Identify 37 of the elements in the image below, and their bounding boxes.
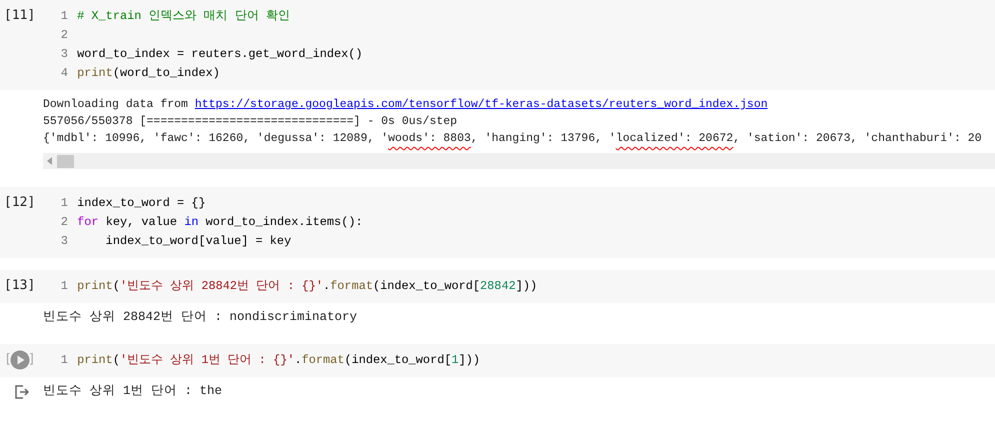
line-number: 4 bbox=[60, 66, 69, 80]
line-number: 2 bbox=[60, 214, 69, 228]
code-line: for key, value in word_to_index.items(): bbox=[76, 214, 363, 228]
code-cell[interactable]: [11] 1 # X_train 인덱스와 매치 단어 확인 2 3 word_to_index = reuters.get_word_index() 4 print(word_to_index) bbox=[0, 0, 995, 90]
line-number: 1 bbox=[60, 196, 69, 210]
horizontal-scrollbar[interactable] bbox=[43, 153, 995, 169]
url-link[interactable]: https://storage.googleapis.com/tensorflow/tf-keras-datasets/reuters_word_index.json bbox=[194, 98, 768, 111]
execution-count: [12] bbox=[4, 194, 36, 212]
code-line: index_to_word[value] = key bbox=[104, 234, 292, 248]
code-cell[interactable]: [13] 1 print('빈도수 상위 28842번 단어 : {}'.format(index_to_word[28842])) bbox=[0, 270, 995, 303]
output-icon bbox=[14, 384, 28, 398]
scroll-left-icon[interactable] bbox=[47, 157, 53, 165]
code-cell[interactable]: [12] 1 index_to_word = {} 2 for key, value in word_to_index.items(): 3 index_to_word[value] = key bbox=[0, 187, 995, 258]
output-line: Downloading data from https://storage.googleapis.com/tensorflow/tf-keras-datasets/reuters_word_index.json bbox=[43, 97, 769, 113]
code-line: print(word_to_index) bbox=[76, 66, 220, 80]
line-number: 2 bbox=[60, 28, 69, 42]
line-number: 1 bbox=[60, 352, 69, 366]
execution-bracket: ] bbox=[28, 351, 36, 369]
execution-bracket: [ bbox=[4, 351, 12, 369]
code-line: # X_train 인덱스와 매치 단어 확인 bbox=[76, 8, 290, 24]
output-line: 빈도수 상위 1번 단어 : the bbox=[43, 383, 224, 400]
code-cell[interactable]: [ ] 1 print('빈도수 상위 1번 단어 : {}'.format(index_to_word[1])) bbox=[0, 344, 995, 377]
play-icon[interactable] bbox=[10, 350, 30, 370]
line-number: 3 bbox=[60, 46, 69, 60]
line-number: 1 bbox=[60, 278, 69, 292]
code-line: word_to_index = reuters.get_word_index() bbox=[76, 46, 363, 60]
code-line: print('빈도수 상위 28842번 단어 : {}'.format(index_to_word[28842])) bbox=[76, 278, 538, 294]
output-line: 557056/550378 [==============================] - 0s 0us/step bbox=[43, 114, 458, 130]
line-number: 1 bbox=[60, 8, 69, 22]
line-number: 3 bbox=[60, 234, 69, 248]
execution-count: [11] bbox=[4, 7, 36, 25]
output-line: 빈도수 상위 28842번 단어 : nondiscriminatory bbox=[43, 309, 358, 326]
code-line: print('빈도수 상위 1번 단어 : {}'.format(index_to_word[1])) bbox=[76, 352, 480, 368]
execution-count: [13] bbox=[4, 277, 36, 295]
code-line: index_to_word = {} bbox=[76, 196, 206, 210]
output-line: {'mdbl': 10996, 'fawc': 16260, 'degussa': 12089, 'woods': 8803, 'hanging': 13796, 'localized': 20672, 'sation': 20673, 'chanthaburi': 20 bbox=[43, 131, 983, 147]
scrollbar-thumb[interactable] bbox=[57, 154, 74, 168]
